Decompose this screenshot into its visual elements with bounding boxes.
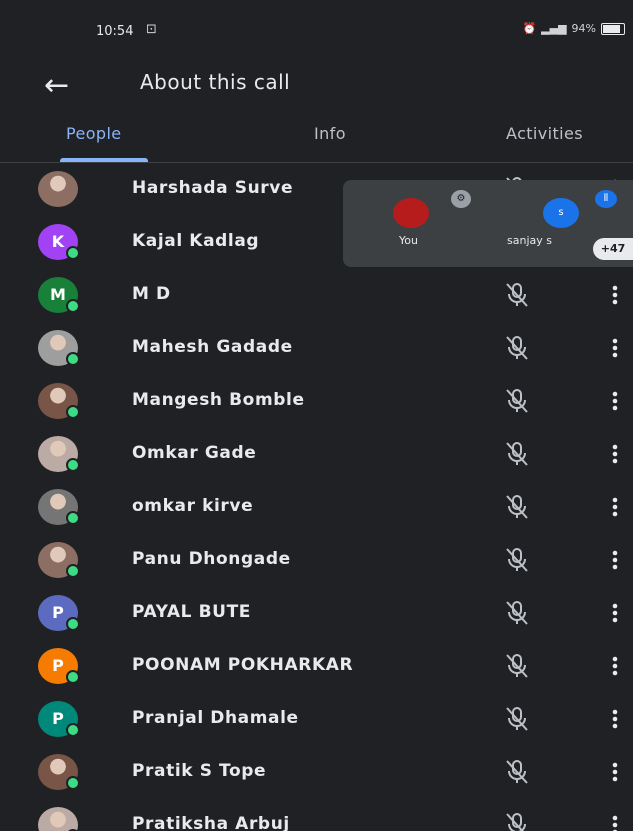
participant-row[interactable]: omkar kirve <box>0 481 633 534</box>
more-options-icon[interactable] <box>608 758 622 786</box>
participant-row[interactable]: Panu Dhongade <box>0 534 633 587</box>
participant-photo-avatar <box>38 489 80 525</box>
battery-percent: 94% <box>571 22 596 35</box>
participant-name: Pranjal Dhamale <box>132 708 299 728</box>
online-status-dot <box>66 564 80 578</box>
participant-row[interactable]: P Pranjal Dhamale <box>0 693 633 746</box>
mic-off-icon[interactable] <box>504 546 530 574</box>
online-status-dot <box>66 405 80 419</box>
participant-initial-avatar: P <box>38 648 80 684</box>
more-options-icon[interactable] <box>608 811 622 831</box>
participant-name: POONAM POKHARKAR <box>132 655 354 675</box>
online-status-dot <box>66 511 80 525</box>
more-options-icon[interactable] <box>608 387 622 415</box>
participant-row[interactable]: Pratiksha Arbuj <box>0 799 633 831</box>
participant-photo-avatar <box>38 754 80 790</box>
participant-row[interactable]: Pratik S Tope <box>0 746 633 799</box>
more-options-icon[interactable] <box>608 652 622 680</box>
participant-name: Panu Dhongade <box>132 549 291 569</box>
signal-icon: ▂▄▆ <box>541 22 567 35</box>
self-settings-icon[interactable]: ⚙ <box>451 190 471 208</box>
participant-name: Kajal Kadlag <box>132 231 260 251</box>
self-tile-label: You <box>399 234 418 247</box>
participant-photo-avatar <box>38 436 80 472</box>
online-status-dot <box>66 299 80 313</box>
status-bar: 10:54 ⊡ ⏰ ▂▄▆ 94% <box>0 0 633 56</box>
participant-photo-avatar <box>38 330 80 366</box>
tab-people[interactable]: People <box>66 124 122 143</box>
participant-photo-avatar <box>38 171 78 207</box>
page-title: About this call <box>140 70 291 94</box>
more-participants-badge[interactable]: +47 <box>593 238 633 260</box>
tab-indicator <box>60 158 148 162</box>
participant-row[interactable]: P POONAM POKHARKAR <box>0 640 633 693</box>
mic-off-icon[interactable] <box>504 493 530 521</box>
mic-off-icon[interactable] <box>504 811 530 831</box>
status-time: 10:54 <box>96 24 134 39</box>
more-options-icon[interactable] <box>608 440 622 468</box>
notification-icon: ⊡ <box>146 22 157 37</box>
status-icons: ⏰ ▂▄▆ 94% <box>522 22 625 35</box>
participant-name: omkar kirve <box>132 496 254 516</box>
participant-name: Omkar Gade <box>132 443 257 463</box>
more-options-icon[interactable] <box>608 599 622 627</box>
mic-off-icon[interactable] <box>504 440 530 468</box>
battery-icon <box>601 22 625 35</box>
online-status-dot <box>66 458 80 472</box>
alarm-icon: ⏰ <box>522 22 537 35</box>
participant-name: Mahesh Gadade <box>132 337 293 357</box>
participant-name: Harshada Surve <box>132 178 294 198</box>
back-arrow-icon[interactable]: ← <box>44 70 84 102</box>
more-options-icon[interactable] <box>608 281 622 309</box>
participant-initial-avatar: P <box>38 595 80 631</box>
more-options-icon[interactable] <box>608 705 622 733</box>
participant-photo-avatar <box>38 542 80 578</box>
mic-off-icon[interactable] <box>504 758 530 786</box>
more-options-icon[interactable] <box>608 493 622 521</box>
tab-bar: People Info Activities <box>0 116 633 163</box>
mic-off-icon[interactable] <box>504 334 530 362</box>
participant-initial-avatar: M <box>38 277 80 313</box>
self-avatar <box>393 198 429 228</box>
participant-row[interactable]: Omkar Gade <box>0 428 633 481</box>
participant-name: PAYAL BUTE <box>132 602 251 622</box>
more-options-icon[interactable] <box>608 334 622 362</box>
participant-initial-avatar: P <box>38 701 80 737</box>
online-status-dot <box>66 617 80 631</box>
participant-row[interactable]: Mangesh Bomble <box>0 375 633 428</box>
participant-photo-avatar <box>38 807 80 831</box>
participant-tile-avatar: s <box>543 198 579 228</box>
participant-name: M D <box>132 284 171 304</box>
mic-off-icon[interactable] <box>504 387 530 415</box>
more-options-icon[interactable] <box>608 546 622 574</box>
online-status-dot <box>66 246 80 260</box>
participant-tile-label: sanjay s <box>507 234 552 247</box>
participant-row[interactable]: Mahesh Gadade <box>0 322 633 375</box>
app-bar: ← About this call <box>0 56 633 116</box>
audio-indicator-icon: ⦀ <box>595 190 617 208</box>
online-status-dot <box>66 723 80 737</box>
participant-initial-avatar: K <box>38 224 80 260</box>
mic-off-icon[interactable] <box>504 281 530 309</box>
mic-off-icon[interactable] <box>504 652 530 680</box>
participant-name: Pratik S Tope <box>132 761 267 781</box>
tab-info[interactable]: Info <box>314 124 346 143</box>
online-status-dot <box>66 670 80 684</box>
online-status-dot <box>66 776 80 790</box>
participant-row[interactable]: P PAYAL BUTE <box>0 587 633 640</box>
participant-name: Mangesh Bomble <box>132 390 305 410</box>
participant-name: Pratiksha Arbuj <box>132 814 290 831</box>
mic-off-icon[interactable] <box>504 599 530 627</box>
mic-off-icon[interactable] <box>504 705 530 733</box>
video-tiles-panel[interactable]: ⚙ You s ⦀ sanjay s +47 <box>343 180 633 267</box>
tab-activities[interactable]: Activities <box>506 124 583 143</box>
participant-photo-avatar <box>38 383 80 419</box>
participant-row[interactable]: MM D <box>0 269 633 322</box>
online-status-dot <box>66 352 80 366</box>
